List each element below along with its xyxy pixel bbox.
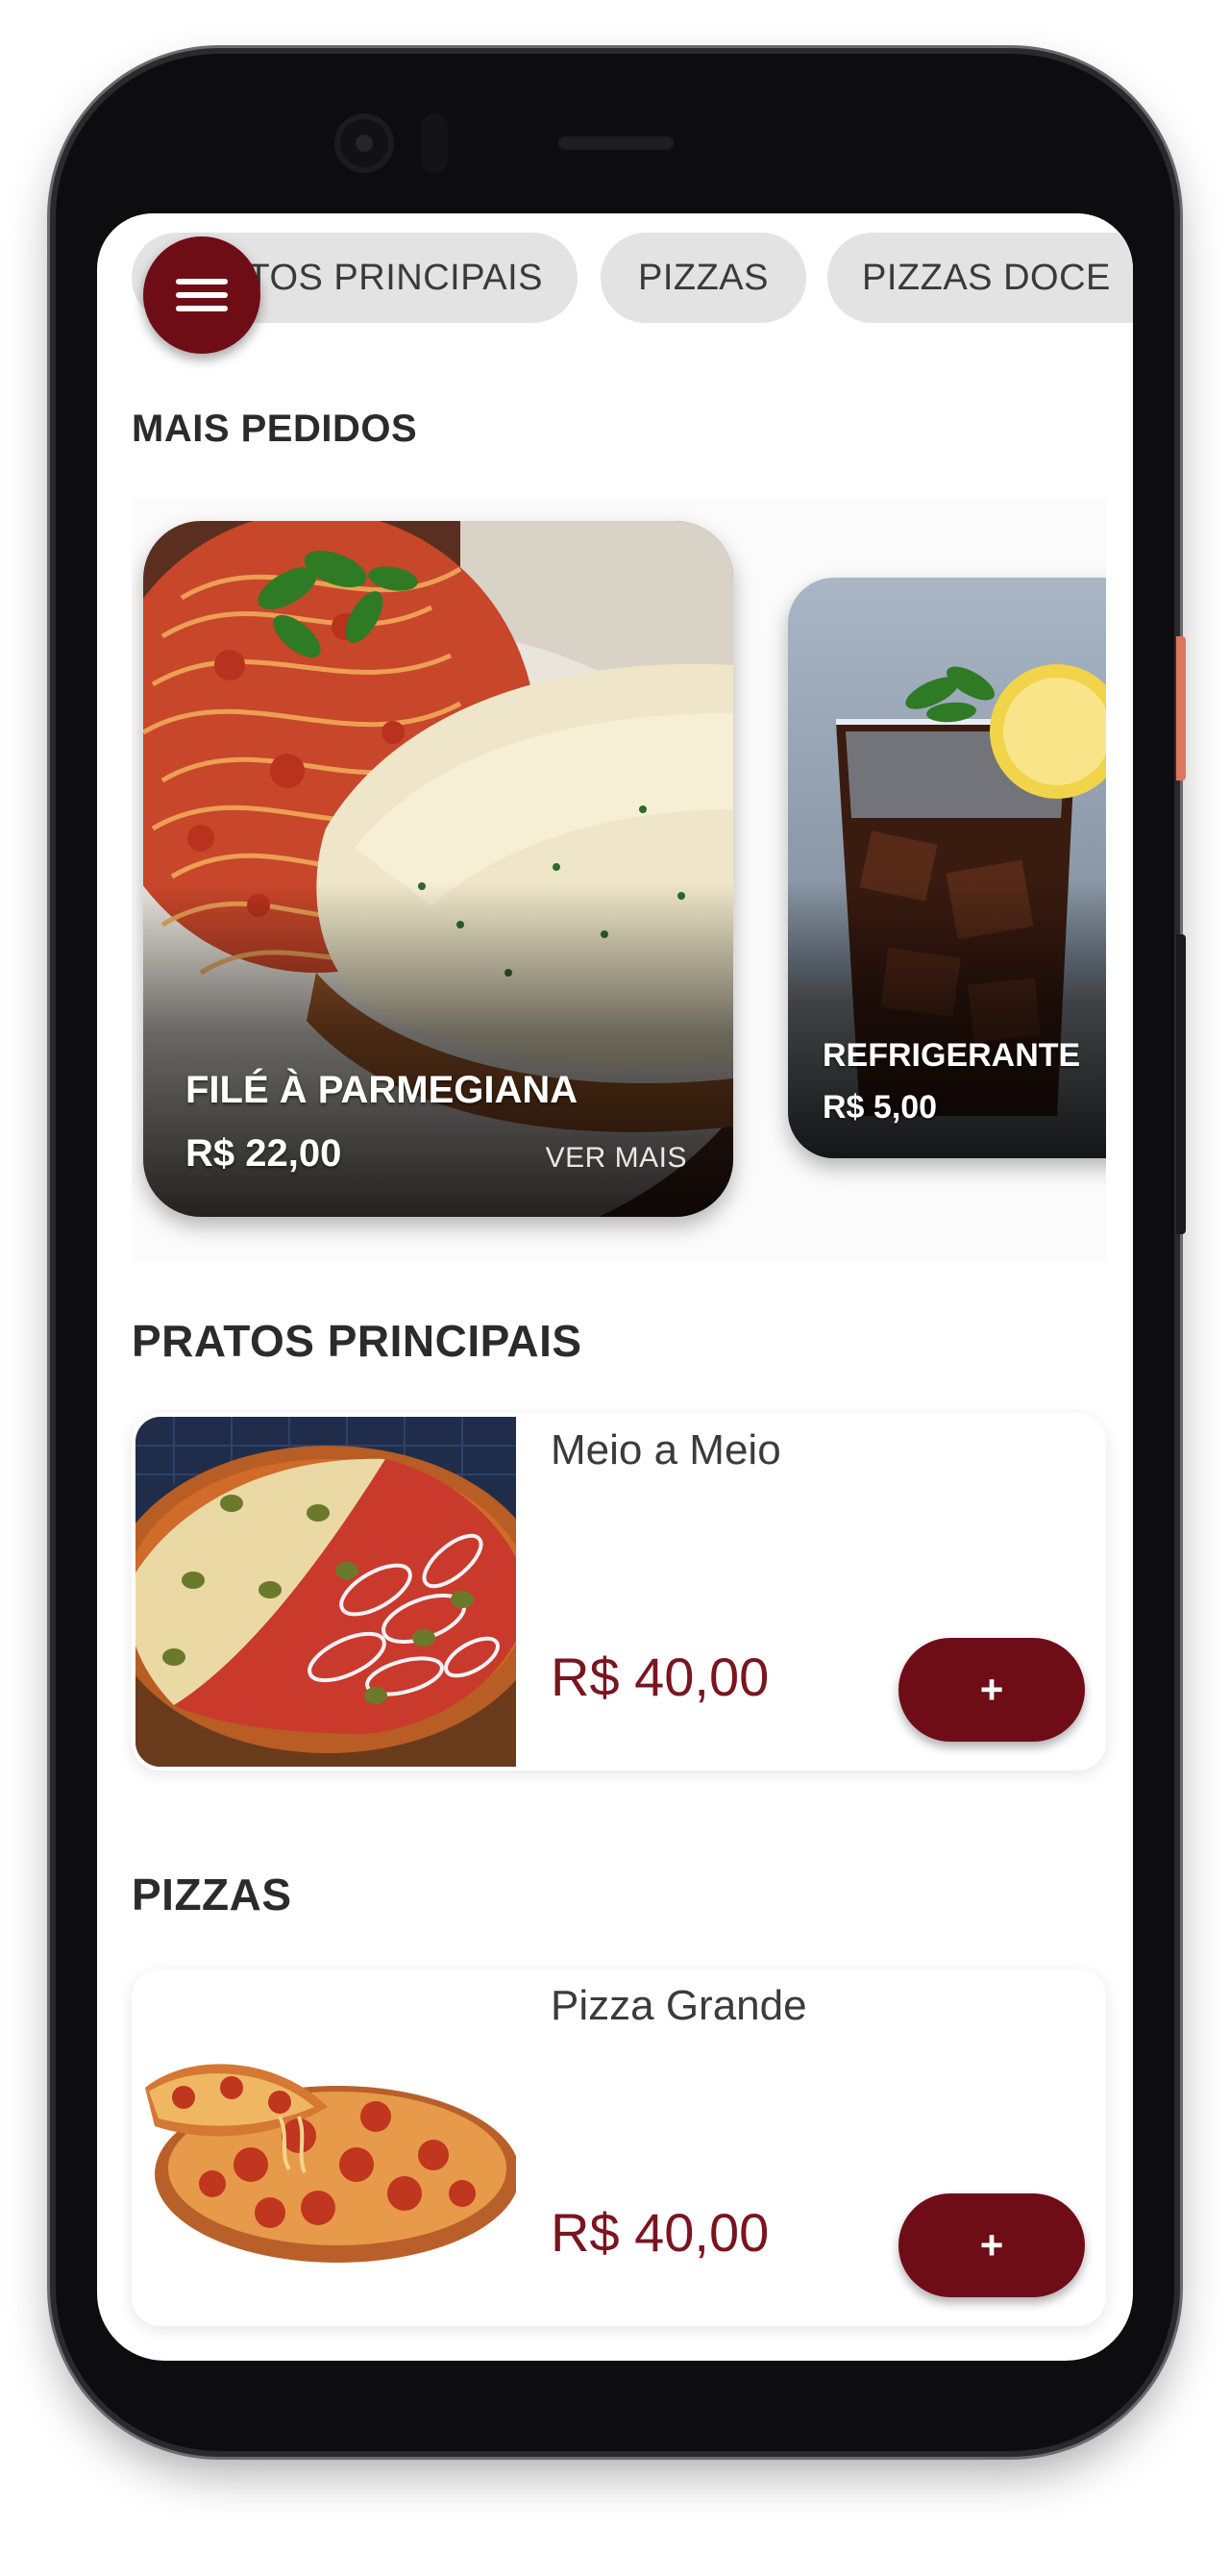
product-name: Pizza Grande: [551, 1982, 807, 2029]
section-title-pratos-principais: PRATOS PRINCIPAIS: [132, 1316, 582, 1366]
front-camera: [334, 113, 394, 173]
featured-carousel[interactable]: FILÉ À PARMEGIANA R$ 22,00 VER MAIS REFR…: [132, 498, 1106, 1261]
pizza-grande-image: [135, 1972, 516, 2322]
ver-mais-link[interactable]: VER MAIS: [546, 1142, 687, 1175]
chip-pizzas[interactable]: PIZZAS: [601, 233, 806, 323]
featured-item-name: REFRIGERANTE: [823, 1037, 1081, 1074]
product-card-pizza-grande[interactable]: Pizza Grande R$ 40,00 +: [132, 1969, 1106, 2326]
chip-pizzas-doces[interactable]: PIZZAS DOCE: [827, 233, 1133, 323]
product-price: R$ 40,00: [551, 1647, 770, 1707]
hamburger-menu-icon: [176, 271, 228, 319]
product-card-meio-a-meio[interactable]: Meio a Meio R$ 40,00 +: [132, 1413, 1106, 1771]
featured-title: MAIS PEDIDOS: [132, 408, 418, 450]
volume-button: [1176, 934, 1186, 1234]
meio-a-meio-image: [135, 1417, 516, 1767]
power-button: [1176, 636, 1186, 780]
product-price: R$ 40,00: [551, 2202, 770, 2263]
product-name: Meio a Meio: [551, 1426, 781, 1474]
menu-button[interactable]: [143, 236, 260, 354]
app-screen: TOS PRINCIPAIS PIZZAS PIZZAS DOCE MAIS P…: [97, 213, 1133, 2361]
add-to-cart-button[interactable]: +: [898, 1638, 1085, 1742]
featured-card-file-parmegiana[interactable]: FILÉ À PARMEGIANA R$ 22,00 VER MAIS: [143, 521, 733, 1217]
section-title-pizzas: PIZZAS: [132, 1870, 292, 1920]
category-chips[interactable]: TOS PRINCIPAIS PIZZAS PIZZAS DOCE: [132, 227, 1133, 323]
earpiece-speaker: [557, 135, 675, 150]
proximity-sensor: [421, 113, 448, 173]
featured-item-name: FILÉ À PARMEGIANA: [185, 1069, 578, 1111]
add-to-cart-button[interactable]: +: [898, 2193, 1085, 2297]
featured-item-price: R$ 22,00: [185, 1132, 342, 1175]
featured-item-price: R$ 5,00: [823, 1089, 938, 1126]
featured-card-refrigerante[interactable]: REFRIGERANTE R$ 5,00: [788, 578, 1106, 1158]
